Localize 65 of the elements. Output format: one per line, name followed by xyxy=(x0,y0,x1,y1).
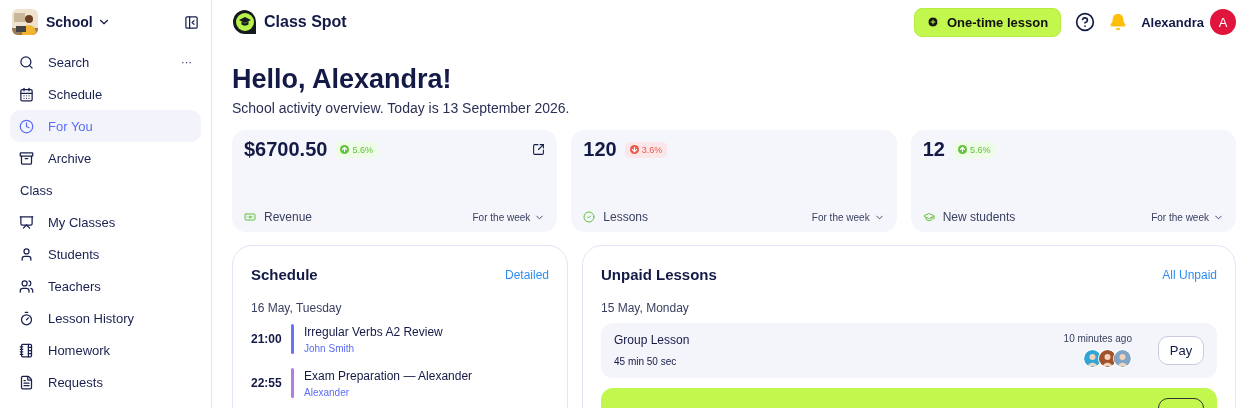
nav-item[interactable]: My Classes xyxy=(10,206,201,238)
stat-value: 120 xyxy=(583,138,617,161)
workspace-switcher[interactable]: School xyxy=(46,14,176,30)
date-label: 16 May, Tuesday xyxy=(251,301,343,315)
graduation-cap-icon xyxy=(922,211,935,223)
change-badge: 3.6% xyxy=(624,141,668,158)
archive-icon xyxy=(19,150,34,166)
presentation-icon xyxy=(19,214,34,230)
stat-label: Lessons xyxy=(603,210,650,224)
plus-icon xyxy=(927,16,939,28)
nav-item[interactable]: Students xyxy=(10,238,201,270)
nav-item[interactable]: Teachers xyxy=(10,270,201,302)
nav-item[interactable]: Lesson History xyxy=(10,302,201,334)
period-dropdown[interactable]: For the week xyxy=(472,211,546,223)
banknote-icon xyxy=(244,211,256,223)
clock-icon xyxy=(19,118,34,134)
nav-item[interactable]: Requests xyxy=(10,366,201,398)
lesson-time: 21:00 xyxy=(251,332,281,346)
greeting-heading: Hello, Alexandra! xyxy=(232,63,453,96)
change-badge: 5.6% xyxy=(952,141,996,158)
teacher-name[interactable]: Alexander xyxy=(304,386,473,398)
check-circle-icon xyxy=(583,211,596,223)
lesson-duration: 45 min 50 sec xyxy=(614,356,678,367)
section-label: Class xyxy=(19,181,54,200)
search-icon xyxy=(19,54,34,70)
lesson-title: Irregular Verbs A2 Review xyxy=(304,324,443,339)
help-icon[interactable] xyxy=(1075,12,1096,32)
lesson-title: Exam Preparation — Alexander xyxy=(304,368,473,383)
stopwatch-icon xyxy=(19,310,34,326)
period-dropdown[interactable]: For the week xyxy=(811,211,885,223)
stat-label: Revenue xyxy=(264,210,314,224)
overview-text: School activity overview. Today is 13 September 2026. xyxy=(232,100,571,116)
pay-button[interactable]: Pay xyxy=(1158,336,1204,365)
nav-item[interactable]: Archive xyxy=(10,142,201,174)
change-badge: 5.6% xyxy=(335,141,378,158)
card-title: Schedule xyxy=(251,266,319,283)
more-button[interactable]: ··· xyxy=(181,56,192,68)
collapse-sidebar-icon[interactable] xyxy=(184,14,199,30)
calendar-icon xyxy=(19,86,34,102)
one-time-lesson-button[interactable]: One-time lesson xyxy=(914,7,1062,37)
date-label: 15 May, Monday xyxy=(601,301,690,315)
stat-value: $6700.50 xyxy=(244,138,328,161)
nav-item[interactable]: For You xyxy=(10,110,201,142)
document-icon xyxy=(19,374,34,390)
person-icon xyxy=(19,246,34,262)
user-name[interactable]: Alexandra xyxy=(1141,14,1204,30)
time-ago: 10 minutes ago xyxy=(1063,333,1132,344)
nav-item[interactable]: Search ··· xyxy=(10,46,201,78)
stat-label: New students xyxy=(942,210,1017,224)
people-icon xyxy=(19,278,34,294)
nav-item[interactable]: Homework xyxy=(10,334,201,366)
logo-icon xyxy=(232,9,258,35)
notebook-icon xyxy=(19,342,34,358)
stat-value: 12 xyxy=(922,138,945,161)
nav-item[interactable]: Schedule xyxy=(10,78,201,110)
external-link-icon[interactable] xyxy=(532,143,546,156)
teacher-name[interactable]: John Smith xyxy=(304,342,443,354)
app-name: Class Spot xyxy=(264,13,348,31)
lesson-time: 22:55 xyxy=(251,376,281,390)
user-avatar[interactable]: A xyxy=(1210,9,1236,35)
all-unpaid-link[interactable]: All Unpaid xyxy=(1162,267,1217,282)
period-dropdown[interactable]: For the week xyxy=(1151,211,1224,223)
card-title: Unpaid Lessons xyxy=(601,266,718,283)
lesson-row[interactable]: Group Lesson 45 min 50 sec 10 minutes ago Pay xyxy=(601,323,1217,378)
lesson-title: Group Lesson xyxy=(614,333,691,347)
